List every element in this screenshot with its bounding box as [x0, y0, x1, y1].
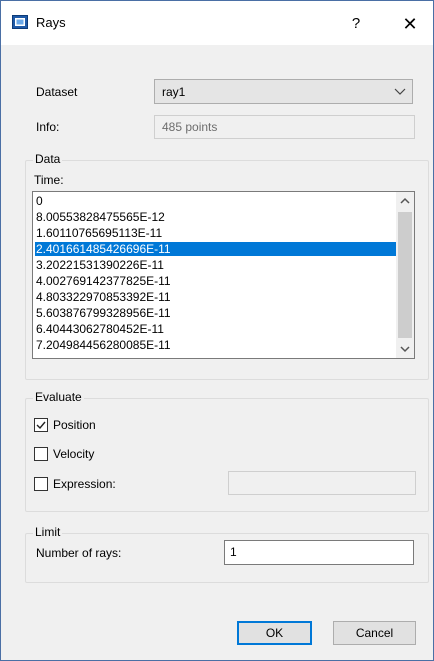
- scroll-up-icon[interactable]: [400, 197, 410, 205]
- rays-dialog: Rays ? ✕ Dataset ray1 Info: 485 points D…: [0, 0, 434, 661]
- time-list-item[interactable]: 4.803322970853392E-11: [35, 290, 396, 304]
- expression-label[interactable]: Expression:: [53, 477, 116, 491]
- time-list-item[interactable]: 2.401661485426696E-11: [35, 242, 396, 256]
- time-list-item[interactable]: 1.60110765695113E-11: [35, 226, 396, 240]
- chevron-down-icon: [394, 88, 406, 95]
- info-field: 485 points: [154, 115, 415, 139]
- time-label: Time:: [34, 173, 64, 187]
- time-list-item[interactable]: 3.20221531390226E-11: [35, 258, 396, 272]
- time-list-item[interactable]: 6.40443062780452E-11: [35, 322, 396, 336]
- dataset-value: ray1: [162, 85, 186, 99]
- time-list-item[interactable]: 8.00553828475565E-12: [35, 210, 396, 224]
- data-group-title: Data: [33, 152, 63, 166]
- time-list-item[interactable]: 5.603876799328956E-11: [35, 306, 396, 320]
- ok-button[interactable]: OK: [237, 621, 312, 645]
- time-list-item[interactable]: 0: [35, 194, 396, 208]
- expression-checkbox[interactable]: [34, 477, 48, 491]
- close-button[interactable]: ✕: [393, 11, 427, 37]
- window-title: Rays: [36, 15, 66, 30]
- velocity-checkbox[interactable]: [34, 447, 48, 461]
- limit-group-title: Limit: [33, 525, 63, 539]
- evaluate-group-title: Evaluate: [33, 390, 84, 404]
- info-label: Info:: [36, 120, 60, 134]
- scroll-thumb[interactable]: [398, 212, 412, 338]
- position-label[interactable]: Position: [53, 418, 96, 432]
- help-button[interactable]: ?: [341, 11, 371, 37]
- dataset-label: Dataset: [36, 85, 78, 99]
- number-of-rays-input[interactable]: 1: [224, 540, 414, 565]
- cancel-button[interactable]: Cancel: [333, 621, 416, 645]
- app-icon: [12, 15, 28, 29]
- time-list-item[interactable]: 7.204984456280085E-11: [35, 338, 396, 352]
- scroll-down-icon[interactable]: [400, 345, 410, 353]
- velocity-label[interactable]: Velocity: [53, 447, 94, 461]
- dataset-combo[interactable]: ray1: [154, 79, 413, 104]
- expression-field[interactable]: [228, 471, 416, 495]
- position-checkbox[interactable]: [34, 418, 48, 432]
- time-list-item[interactable]: 4.002769142377825E-11: [35, 274, 396, 288]
- info-value: 485 points: [162, 120, 218, 134]
- number-of-rays-label: Number of rays:: [36, 546, 122, 560]
- list-scrollbar[interactable]: [396, 192, 414, 358]
- title-bar[interactable]: Rays ? ✕: [1, 1, 433, 45]
- checkmark-icon: [36, 421, 46, 430]
- time-listbox[interactable]: 0 8.00553828475565E-12 1.60110765695113E-1…: [32, 191, 415, 359]
